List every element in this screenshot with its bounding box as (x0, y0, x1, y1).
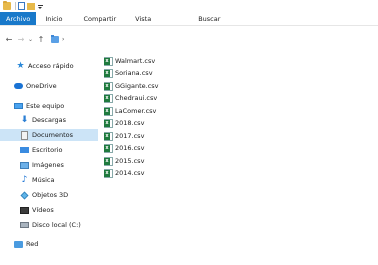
file-name: 2016.csv (115, 144, 145, 152)
excel-csv-icon (104, 131, 113, 141)
excel-csv-icon (104, 56, 113, 66)
file-name: LaComer.csv (115, 107, 157, 115)
this-pc-icon (14, 102, 23, 111)
music-icon: ♪ (21, 174, 28, 185)
back-arrow-icon[interactable]: ← (3, 33, 15, 45)
sidebar-item-label: Este equipo (26, 102, 65, 110)
up-arrow-icon[interactable]: ↑ (35, 33, 47, 45)
sidebar-item-musica[interactable]: ♪ Música (0, 174, 98, 186)
sidebar-item-disco-local[interactable]: Disco local (C:) (0, 219, 98, 231)
sidebar-item-label: Objetos 3D (32, 191, 69, 199)
tab-inicio[interactable]: Inicio (36, 12, 70, 25)
sidebar-item-label: Disco local (C:) (32, 221, 81, 229)
pictures-icon (20, 161, 29, 170)
tab-buscar[interactable]: Buscar (159, 12, 228, 25)
local-disk-icon (20, 221, 29, 230)
excel-csv-icon (104, 168, 113, 178)
list-item[interactable]: GGigante.csv (104, 80, 159, 92)
list-item[interactable]: Walmart.csv (104, 55, 155, 67)
file-name: GGigante.csv (115, 82, 159, 90)
sidebar-item-label: Imágenes (32, 161, 64, 169)
list-item[interactable]: 2018.csv (104, 117, 144, 129)
sidebar-item-objetos-3d[interactable]: Objetos 3D (0, 189, 98, 201)
excel-csv-icon (104, 118, 113, 128)
downloads-icon: ⬇ (20, 114, 29, 125)
list-item[interactable]: 2014.csv (104, 167, 144, 179)
sidebar-item-label: Vídeos (32, 206, 54, 214)
list-item[interactable]: LaComer.csv (104, 105, 156, 117)
toolbar-divider (15, 2, 16, 10)
address-path-box[interactable]: › (49, 33, 369, 45)
sidebar-item-este-equipo[interactable]: Este equipo (0, 100, 98, 112)
list-item[interactable]: 2015.csv (104, 155, 144, 167)
sidebar-item-imagenes[interactable]: Imágenes (0, 159, 98, 171)
onedrive-cloud-icon (14, 82, 23, 91)
address-bar: ← → ⌄ ↑ › (0, 27, 378, 51)
excel-csv-icon (104, 93, 113, 103)
sidebar-item-acceso-rapido[interactable]: ★ Acceso rápido (0, 60, 98, 72)
list-item[interactable]: 2016.csv (104, 142, 144, 154)
navigation-pane: ★ Acceso rápido OneDrive Este equipo ⬇ D… (0, 52, 98, 265)
file-name: Walmart.csv (115, 57, 156, 65)
sidebar-item-label: OneDrive (26, 82, 57, 90)
title-bar (0, 0, 378, 12)
sidebar-item-label: Red (26, 240, 39, 248)
tab-vista[interactable]: Vista (124, 12, 159, 25)
quick-access-star-icon: ★ (16, 60, 25, 71)
network-icon (14, 240, 23, 249)
tab-compartir[interactable]: Compartir (71, 12, 125, 25)
file-name: 2018.csv (115, 119, 145, 127)
sidebar-item-label: Escritorio (32, 146, 63, 154)
file-list: Walmart.csv Soriana.csv GGigante.csv Che… (104, 52, 378, 265)
desktop-icon (20, 146, 29, 155)
sidebar-item-label: Descargas (32, 116, 67, 124)
documents-folder-icon (51, 34, 59, 43)
sidebar-item-label: Música (32, 176, 55, 184)
forward-arrow-icon[interactable]: → (15, 33, 27, 45)
excel-csv-icon (104, 156, 113, 166)
path-chevron-icon[interactable]: › (62, 36, 64, 43)
file-name: 2014.csv (115, 169, 145, 177)
excel-csv-icon (104, 81, 113, 91)
3d-objects-icon (20, 191, 29, 200)
sidebar-item-red[interactable]: Red (0, 238, 98, 250)
recent-locations-chevron-icon[interactable]: ⌄ (27, 33, 34, 45)
ribbon-tabs: Archivo Inicio Compartir Vista Buscar (0, 12, 378, 26)
list-item[interactable]: 2017.csv (104, 130, 144, 142)
new-folder-icon[interactable] (27, 2, 35, 10)
list-item[interactable]: Chedraui.csv (104, 92, 157, 104)
properties-check-icon[interactable] (18, 2, 25, 10)
videos-icon (20, 206, 29, 215)
sidebar-item-descargas[interactable]: ⬇ Descargas (0, 114, 98, 126)
excel-csv-icon (104, 106, 113, 116)
documents-icon (20, 130, 29, 140)
sidebar-item-onedrive[interactable]: OneDrive (0, 80, 98, 92)
excel-csv-icon (104, 68, 113, 78)
tab-archivo[interactable]: Archivo (0, 12, 37, 25)
sidebar-item-label: Acceso rápido (28, 62, 74, 70)
sidebar-item-videos[interactable]: Vídeos (0, 204, 98, 216)
file-name: 2017.csv (115, 132, 145, 140)
file-name: Chedraui.csv (115, 94, 158, 102)
sidebar-item-escritorio[interactable]: Escritorio (0, 144, 98, 156)
file-name: 2015.csv (115, 157, 145, 165)
excel-csv-icon (104, 143, 113, 153)
sidebar-item-label: Documentos (32, 131, 74, 139)
file-name: Soriana.csv (115, 69, 153, 77)
folder-icon (3, 1, 11, 10)
customize-quick-access-icon[interactable] (37, 2, 43, 10)
list-item[interactable]: Soriana.csv (104, 67, 153, 79)
sidebar-item-documentos[interactable]: Documentos (0, 129, 98, 141)
